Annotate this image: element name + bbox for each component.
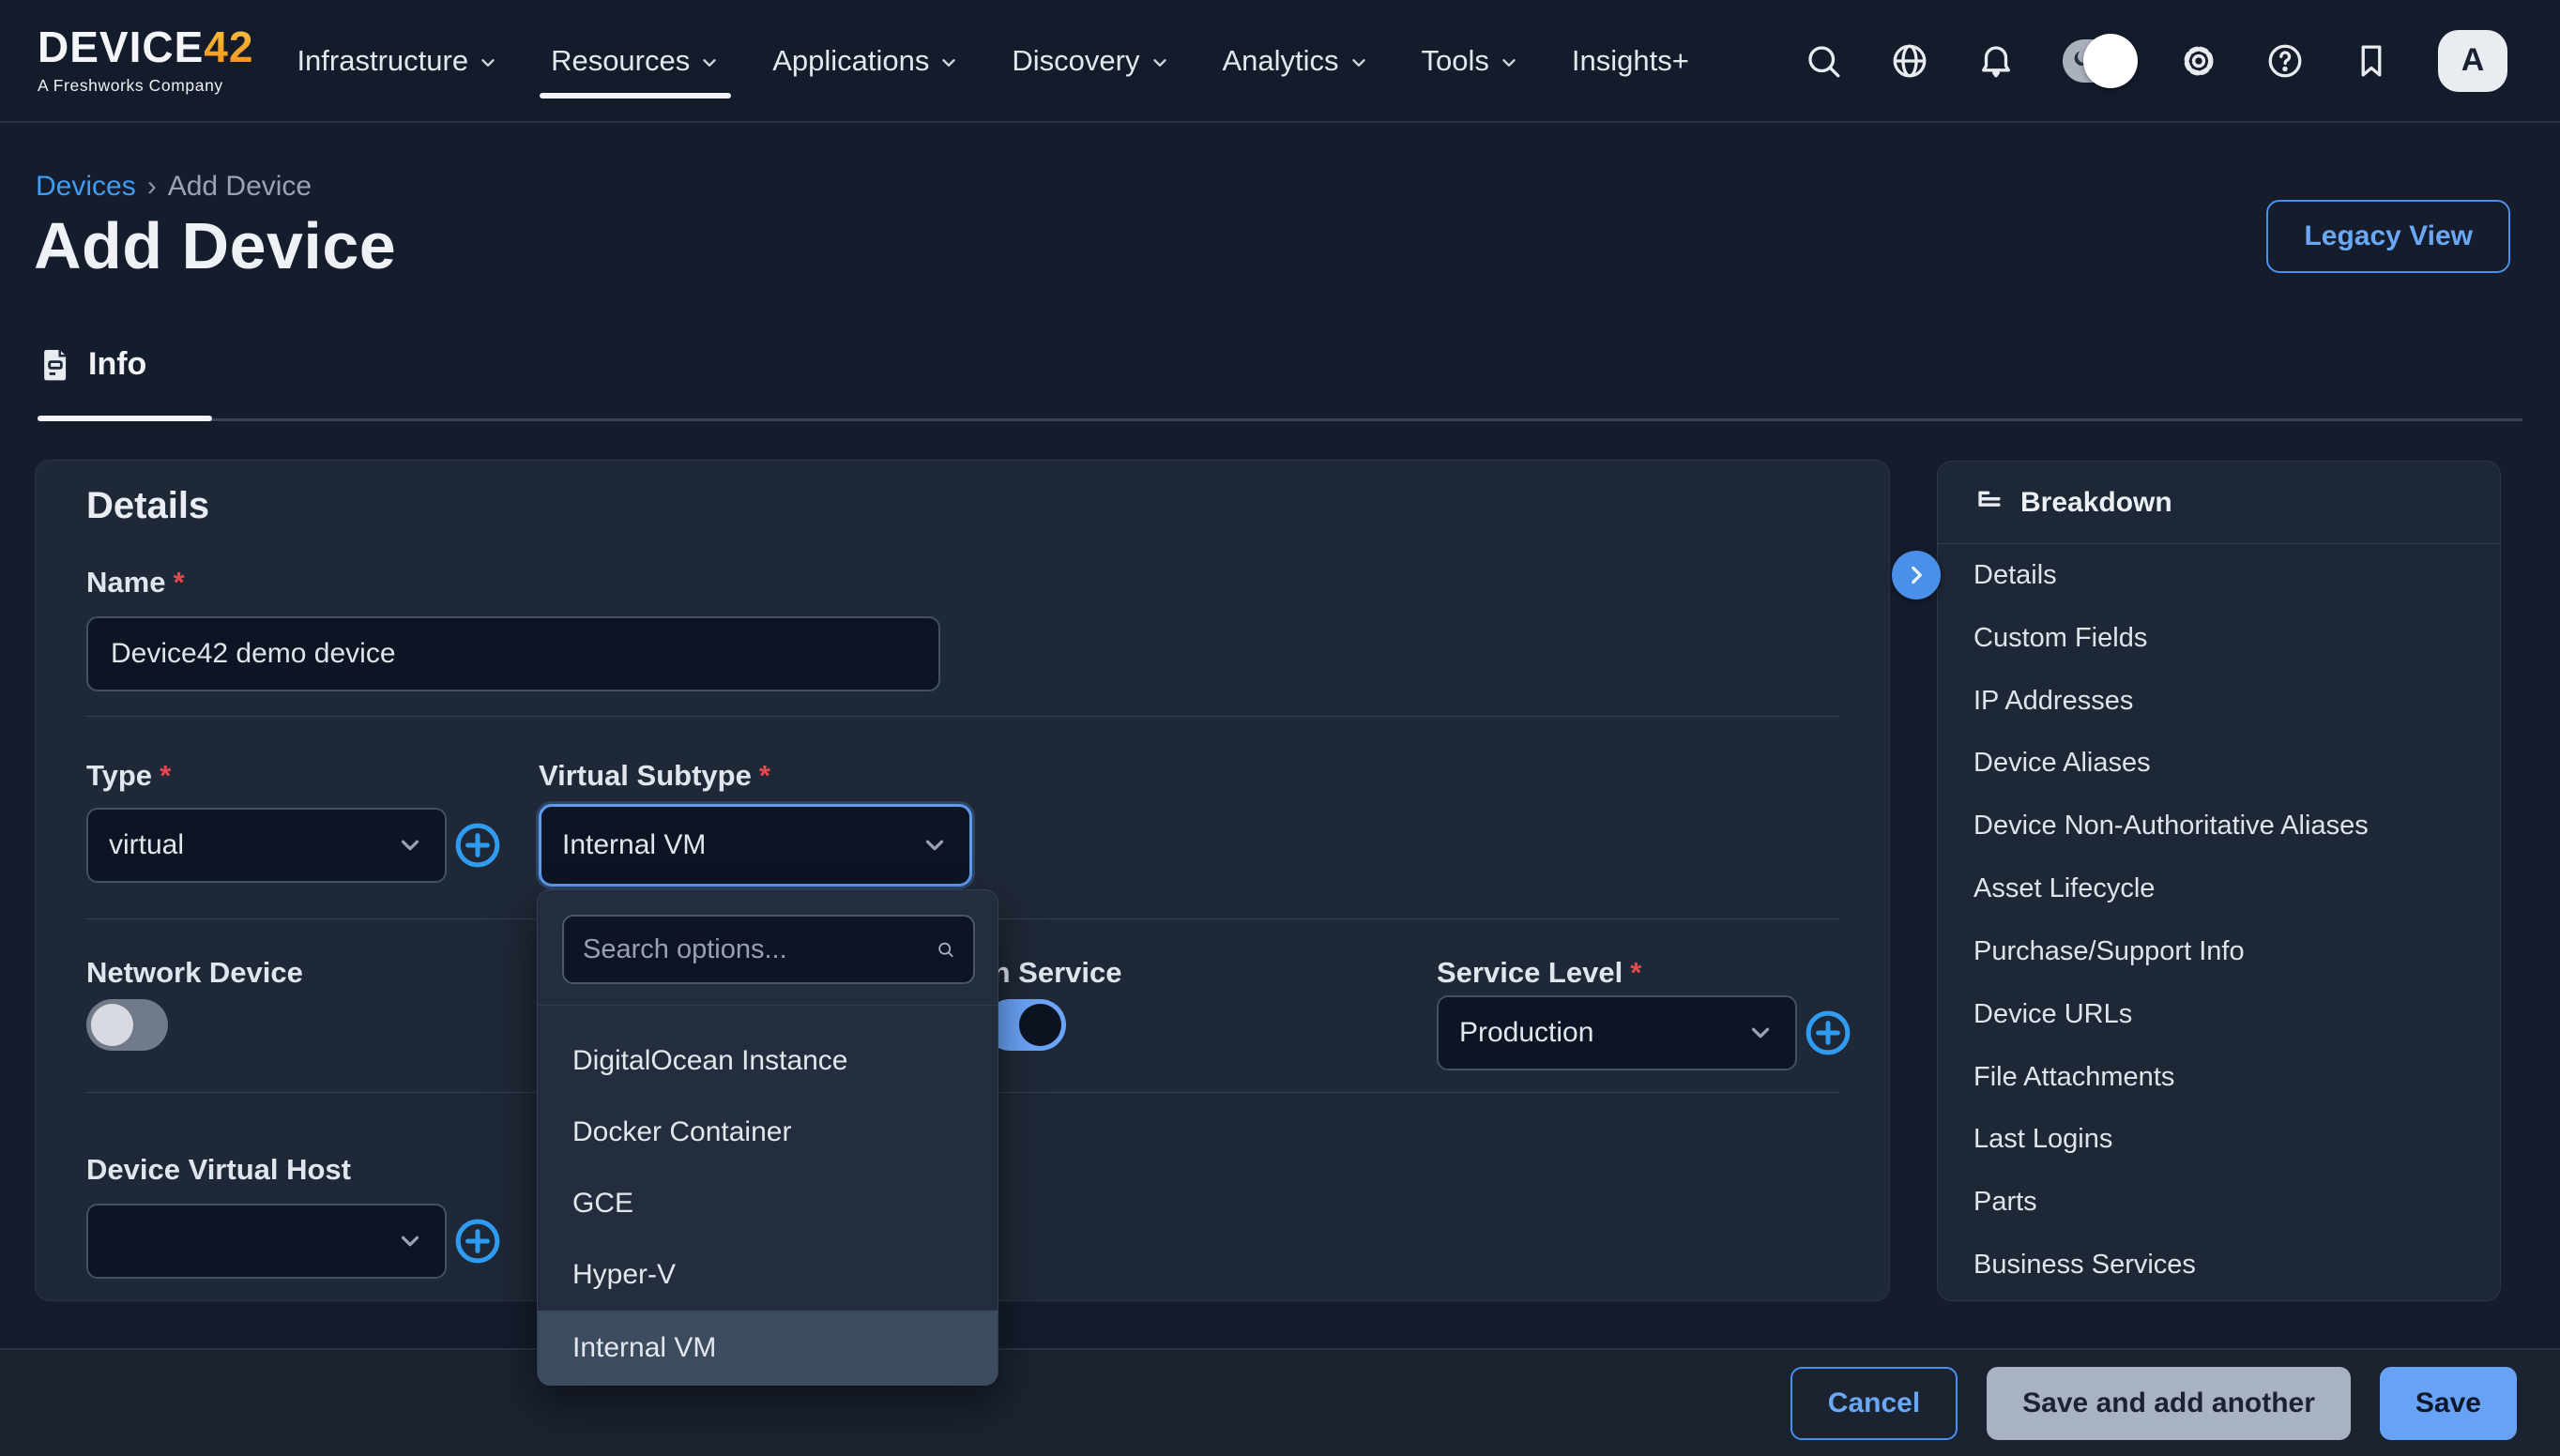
type-select[interactable]: virtual	[86, 808, 447, 883]
save-button[interactable]: Save	[2380, 1367, 2517, 1440]
brand-name-accent: 42	[204, 25, 253, 68]
dropdown-search-input[interactable]	[583, 934, 937, 965]
add-device-virtual-host-button[interactable]	[454, 1218, 501, 1265]
brand-logo[interactable]: DEVICE 42 A Freshworks Company	[38, 25, 253, 96]
breakdown-items: Details Custom Fields IP Addresses Devic…	[1938, 544, 2500, 1297]
chevron-down-icon	[1150, 53, 1170, 73]
globe-icon[interactable]	[1890, 41, 1929, 81]
tab-active-underline	[38, 416, 212, 421]
section-title: Details	[86, 485, 209, 527]
breakdown-item-custom-fields[interactable]: Custom Fields	[1938, 607, 2500, 670]
nav-item-analytics[interactable]: Analytics	[1223, 0, 1369, 121]
dropdown-divider	[538, 1005, 998, 1006]
breakdown-item-device-urls[interactable]: Device URLs	[1938, 983, 2500, 1046]
cancel-button[interactable]: Cancel	[1790, 1367, 1958, 1440]
tab-info[interactable]: Info	[38, 345, 146, 383]
top-navigation: DEVICE 42 A Freshworks Company Infrastru…	[0, 0, 2560, 123]
row-divider	[85, 716, 1839, 717]
legacy-view-button[interactable]: Legacy View	[2266, 200, 2510, 273]
nav-item-discovery[interactable]: Discovery	[1012, 0, 1169, 121]
tab-info-label: Info	[88, 346, 146, 383]
user-avatar[interactable]: A	[2438, 30, 2507, 92]
option-docker-container[interactable]: Docker Container	[538, 1097, 998, 1168]
search-icon	[937, 933, 954, 965]
tree-list-icon	[1973, 487, 2005, 519]
main-menu: Infrastructure Resources Applications Di…	[297, 0, 1688, 121]
document-icon	[38, 345, 73, 383]
service-level-label: Service Level*	[1437, 956, 1641, 990]
network-device-toggle[interactable]	[86, 999, 168, 1051]
name-input[interactable]	[86, 616, 940, 691]
nav-item-resources[interactable]: Resources	[551, 0, 720, 121]
nav-item-tools[interactable]: Tools	[1422, 0, 1519, 121]
breakdown-header: Breakdown	[1938, 462, 2500, 544]
in-service-label: In Service	[984, 956, 1121, 990]
breadcrumb-current: Add Device	[168, 171, 312, 203]
chevron-down-icon	[938, 53, 959, 73]
nav-item-applications[interactable]: Applications	[772, 0, 959, 121]
breakdown-item-parts[interactable]: Parts	[1938, 1171, 2500, 1234]
device-virtual-host-select[interactable]	[86, 1204, 447, 1279]
chevron-down-icon	[396, 1227, 424, 1255]
chevron-down-icon	[699, 53, 720, 73]
network-device-label: Network Device	[86, 956, 303, 990]
breakdown-item-device-aliases[interactable]: Device Aliases	[1938, 732, 2500, 795]
save-and-add-another-button[interactable]: Save and add another	[1987, 1367, 2351, 1440]
breakdown-item-details[interactable]: Details	[1938, 544, 2500, 607]
breakdown-item-ip-addresses[interactable]: IP Addresses	[1938, 670, 2500, 733]
header-actions: A	[1804, 30, 2560, 92]
nav-item-infrastructure[interactable]: Infrastructure	[297, 0, 498, 121]
theme-toggle[interactable]	[2063, 39, 2132, 83]
chevron-down-icon	[921, 831, 949, 859]
virtual-subtype-label: Virtual Subtype*	[539, 759, 770, 793]
breakdown-item-last-logins[interactable]: Last Logins	[1938, 1108, 2500, 1171]
type-label: Type*	[86, 759, 171, 793]
add-type-button[interactable]	[454, 822, 501, 869]
tab-bar-divider	[38, 418, 2522, 421]
service-level-select[interactable]: Production	[1437, 995, 1797, 1070]
device-virtual-host-label: Device Virtual Host	[86, 1153, 351, 1187]
chevron-right-icon	[1904, 563, 1928, 587]
breakdown-item-asset-lifecycle[interactable]: Asset Lifecycle	[1938, 857, 2500, 920]
breakdown-item-file-attachments[interactable]: File Attachments	[1938, 1046, 2500, 1109]
chevron-down-icon	[396, 831, 424, 859]
chevron-down-icon	[1349, 53, 1369, 73]
breakdown-item-device-non-authoritative-aliases[interactable]: Device Non-Authoritative Aliases	[1938, 795, 2500, 857]
help-icon[interactable]	[2265, 41, 2305, 81]
brand-name: DEVICE	[38, 25, 204, 68]
breadcrumb: Devices › Add Device	[36, 171, 312, 203]
gear-icon[interactable]	[2179, 41, 2218, 81]
chevron-down-icon	[478, 53, 498, 73]
breadcrumb-devices-link[interactable]: Devices	[36, 171, 136, 203]
bell-icon[interactable]	[1976, 41, 2016, 81]
chevron-down-icon	[1746, 1019, 1775, 1047]
dropdown-options: DigitalOcean Instance Docker Container G…	[538, 1025, 998, 1386]
breakdown-sidebar: Breakdown Details Custom Fields IP Addre…	[1937, 461, 2501, 1301]
search-icon[interactable]	[1804, 41, 1843, 81]
toggle-knob	[1019, 1004, 1061, 1046]
toggle-knob	[2083, 34, 2138, 88]
option-digitalocean-instance[interactable]: DigitalOcean Instance	[538, 1025, 998, 1097]
name-label: Name*	[86, 566, 185, 599]
nav-item-insights[interactable]: Insights+	[1572, 0, 1689, 121]
add-service-level-button[interactable]	[1805, 1009, 1851, 1056]
breadcrumb-separator: ›	[147, 171, 157, 203]
brand-tagline: A Freshworks Company	[38, 76, 253, 96]
bookmark-icon[interactable]	[2352, 41, 2391, 81]
breakdown-item-business-services[interactable]: Business Services	[1938, 1234, 2500, 1297]
virtual-subtype-dropdown: DigitalOcean Instance Docker Container G…	[537, 889, 998, 1385]
dropdown-search	[562, 915, 975, 984]
option-gce[interactable]: GCE	[538, 1168, 998, 1239]
page-title: Add Device	[34, 208, 396, 283]
option-hyper-v[interactable]: Hyper-V	[538, 1239, 998, 1311]
footer-action-bar: Cancel Save and add another Save	[0, 1348, 2560, 1456]
chevron-down-icon	[1499, 53, 1519, 73]
sidebar-collapse-button[interactable]	[1892, 551, 1941, 599]
breakdown-item-purchase-support-info[interactable]: Purchase/Support Info	[1938, 920, 2500, 983]
toggle-knob	[91, 1004, 133, 1046]
option-internal-vm[interactable]: Internal VM	[538, 1311, 998, 1386]
virtual-subtype-select[interactable]: Internal VM	[539, 804, 972, 887]
